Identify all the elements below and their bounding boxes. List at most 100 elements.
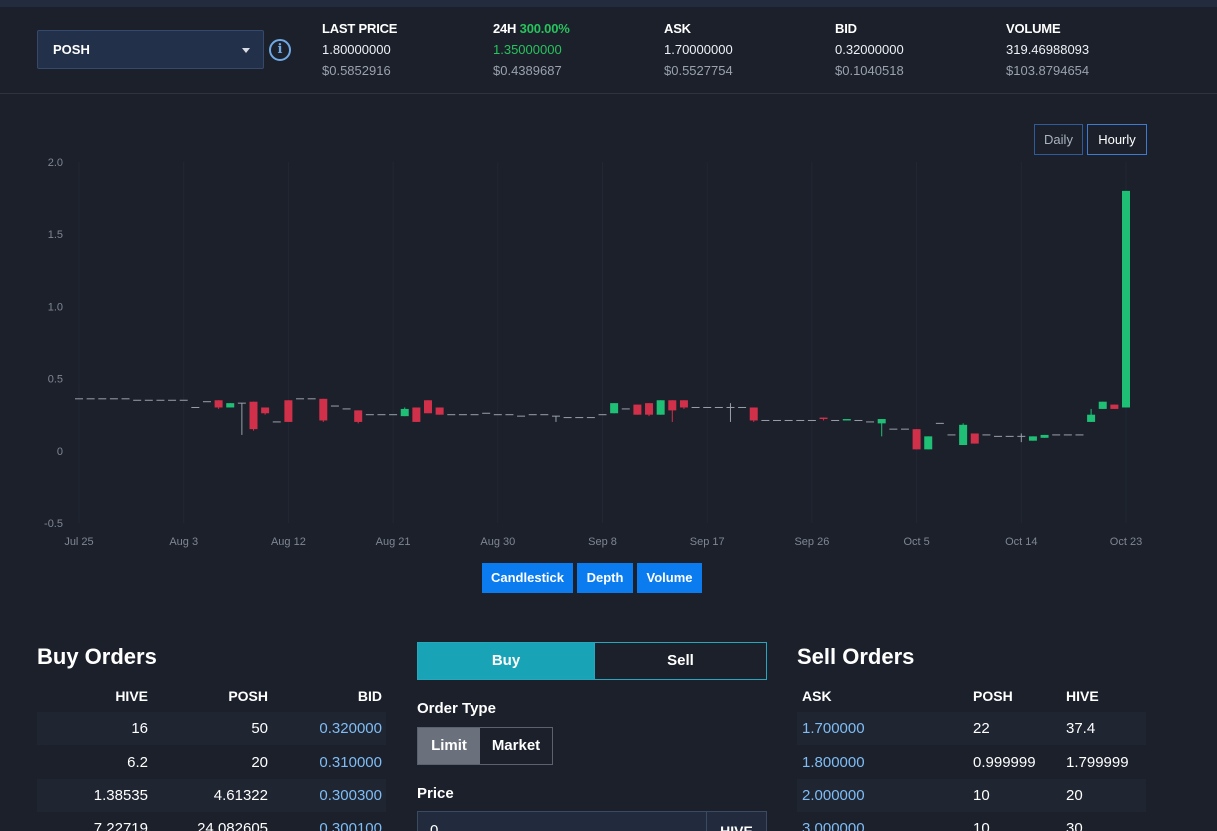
ticker-bar: POSH i LAST PRICE 1.80000000 $0.5852916 … <box>0 7 1217 94</box>
stat-value: 1.35000000 <box>493 42 562 57</box>
candle-body <box>668 400 677 411</box>
sell-ask: 1.800000 <box>802 754 865 771</box>
x-tick-label: Sep 26 <box>794 536 829 548</box>
candle-body <box>354 410 363 422</box>
buy-bid: 0.310000 <box>319 754 382 771</box>
candle-body <box>645 403 654 415</box>
stat-value: 1.70000000 <box>664 42 733 57</box>
tab-sell[interactable]: Sell <box>594 643 766 679</box>
token-select[interactable]: POSH <box>37 30 264 69</box>
candle-body <box>1028 436 1037 441</box>
buy-order-row[interactable]: 6.2 20 0.310000 <box>37 746 386 779</box>
stat-label: VOLUME <box>1006 21 1061 36</box>
sell-order-row[interactable]: 2.000000 10 20 <box>797 779 1146 812</box>
candle-body <box>1040 434 1049 438</box>
candle-body <box>679 400 688 408</box>
sell-col-posh: POSH <box>973 688 1013 704</box>
stat-label: 24H 300.00% <box>493 21 570 38</box>
stat-usd: $0.4389687 <box>493 63 562 78</box>
candle-body <box>214 400 223 408</box>
buy-col-bid: BID <box>357 688 382 704</box>
sell-col-hive: HIVE <box>1066 688 1099 704</box>
candle-body <box>435 407 444 415</box>
candle-body <box>749 407 758 421</box>
x-tick-label: Oct 23 <box>1110 536 1142 548</box>
stat-value: 319.46988093 <box>1006 42 1090 57</box>
buy-order-row[interactable]: 1.38535 4.61322 0.300300 <box>37 779 386 812</box>
y-tick-label: 1.0 <box>48 301 63 313</box>
stat-value: 1.80000000 <box>322 42 391 57</box>
x-tick-label: Aug 21 <box>376 536 411 548</box>
order-type-toggle: Limit Market <box>417 727 553 765</box>
candle-body <box>610 403 619 414</box>
candle-body <box>400 408 409 417</box>
x-tick-label: Aug 3 <box>169 536 198 548</box>
stat-label: BID <box>835 21 857 36</box>
depth-view-button[interactable]: Depth <box>577 563 633 593</box>
stat-bid: BID 0.32000000 $0.1040518 <box>835 21 904 78</box>
sell-col-ask: ASK <box>802 688 832 704</box>
x-tick-label: Sep 17 <box>690 536 725 548</box>
buy-col-posh: POSH <box>228 688 268 704</box>
y-tick-label: 0 <box>57 446 63 458</box>
stat-usd: $0.5527754 <box>664 63 733 78</box>
buy-bid: 0.320000 <box>319 720 382 737</box>
tab-buy[interactable]: Buy <box>418 643 594 679</box>
candle-body <box>319 398 328 421</box>
price-input[interactable]: 0 HIVE <box>417 811 767 831</box>
buy-posh: 24.082605 <box>197 820 268 831</box>
sell-posh: 10 <box>973 820 990 831</box>
stat-usd: $0.5852916 <box>322 63 391 78</box>
stat-usd: $0.1040518 <box>835 63 904 78</box>
price-label: Price <box>417 785 454 802</box>
buy-order-row[interactable]: 16 50 0.320000 <box>37 712 386 745</box>
sell-order-row[interactable]: 1.800000 0.999999 1.799999 <box>797 746 1146 779</box>
candle-body <box>1110 404 1119 409</box>
y-tick-label: 2.0 <box>48 157 63 169</box>
order-type-limit[interactable]: Limit <box>418 728 480 764</box>
price-input-value: 0 <box>430 822 439 831</box>
candle-body <box>424 400 432 414</box>
sell-hive: 1.799999 <box>1066 754 1129 771</box>
stat-change-percent: 300.00% <box>519 21 570 36</box>
candlestick-chart[interactable]: 2.0 1.5 1.0 0.5 0 -0.5Jul 25 Aug 3 Aug 12 Aug 21… <box>0 95 1217 555</box>
price-chart-panel: Daily Hourly 2.0 1.5 1.0 0.5 0 -0.5 Jul 25 Aug … <box>0 95 1217 615</box>
candle-body <box>842 419 851 421</box>
y-tick-label: 0.5 <box>48 374 63 386</box>
sell-posh: 0.999999 <box>973 754 1036 771</box>
volume-view-button[interactable]: Volume <box>637 563 702 593</box>
buy-order-row[interactable]: 7.22719 24.082605 0.300100 <box>37 812 386 831</box>
candle-body <box>877 419 886 424</box>
x-tick-label: Oct 14 <box>1005 536 1037 548</box>
token-select-value: POSH <box>53 42 90 57</box>
buy-posh: 20 <box>251 754 268 771</box>
candle-body <box>959 424 968 446</box>
x-tick-label: Jul 25 <box>64 536 93 548</box>
candle-body <box>970 433 979 444</box>
stat-value: 0.32000000 <box>835 42 904 57</box>
order-type-label: Order Type <box>417 700 496 717</box>
x-tick-label: Aug 12 <box>271 536 306 548</box>
stat-ask: ASK 1.70000000 $0.5527754 <box>664 21 733 78</box>
stat-last-price: LAST PRICE 1.80000000 $0.5852916 <box>322 21 397 78</box>
buy-hive: 7.22719 <box>93 820 148 831</box>
buy-orders-title: Buy Orders <box>37 644 157 669</box>
sell-order-row[interactable]: 3.000000 10 30 <box>797 812 1146 831</box>
info-icon[interactable]: i <box>269 39 291 61</box>
candle-body <box>1122 190 1130 408</box>
sell-order-row[interactable]: 1.700000 22 37.4 <box>797 712 1146 745</box>
stat-label: LAST PRICE <box>322 21 398 36</box>
buy-col-hive: HIVE <box>115 688 148 704</box>
candle-body <box>284 400 293 422</box>
candle-body <box>924 436 933 450</box>
stat-label: ASK <box>664 21 691 36</box>
candlestick-view-button[interactable]: Candlestick <box>482 563 573 593</box>
x-tick-label: Aug 30 <box>480 536 515 548</box>
candle-body <box>633 404 642 415</box>
price-unit: HIVE <box>706 812 766 831</box>
sell-ask: 1.700000 <box>802 720 865 737</box>
stat-volume: VOLUME 319.46988093 $103.8794654 <box>1006 21 1089 78</box>
order-type-market[interactable]: Market <box>480 728 552 764</box>
candle-body <box>226 403 235 408</box>
buy-bid: 0.300300 <box>319 787 382 804</box>
